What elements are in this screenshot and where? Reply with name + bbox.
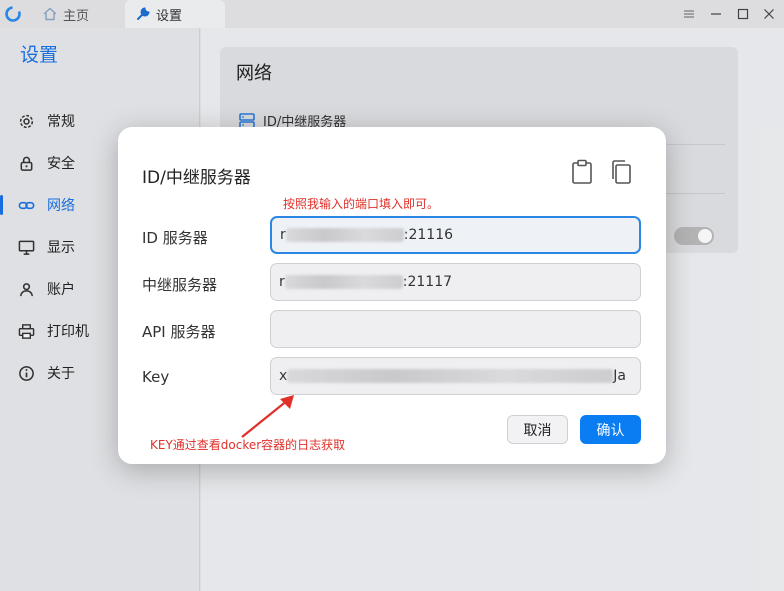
key-input[interactable]: x Ja [270,357,641,395]
copy-button[interactable] [609,159,633,185]
api-server-label: API 服务器 [142,323,216,341]
key-value-start: x [279,368,288,384]
redacted-text [284,275,403,289]
key-label: Key [142,368,170,386]
annotation-arrow-icon [241,395,294,438]
key-value-end: Ja [613,368,627,384]
cancel-button[interactable]: 取消 [507,415,568,444]
id-server-value-start: r [280,227,286,243]
redacted-text [285,228,404,242]
paste-button[interactable] [570,159,594,185]
relay-server-label: 中继服务器 [142,276,218,294]
relay-server-value-port: :21117 [402,274,453,290]
copy-icon [612,160,631,184]
id-server-label: ID 服务器 [142,229,208,247]
confirm-button[interactable]: 确认 [580,415,641,444]
id-server-input[interactable]: r :21116 [270,216,641,254]
relay-server-input[interactable]: r :21117 [270,263,641,301]
clipboard-icon [572,159,592,184]
relay-server-value-start: r [279,274,285,290]
id-server-value-port: :21116 [403,227,454,243]
dialog-title: ID/中继服务器 [142,168,251,188]
id-relay-server-dialog: ID/中继服务器 ID 服务器 r :21116 中继服务器 r :21117 … [118,127,666,464]
redacted-text [287,369,614,383]
api-server-input[interactable] [270,310,641,348]
port-hint-annotation: 按照我输入的端口填入即可。 [283,197,440,211]
